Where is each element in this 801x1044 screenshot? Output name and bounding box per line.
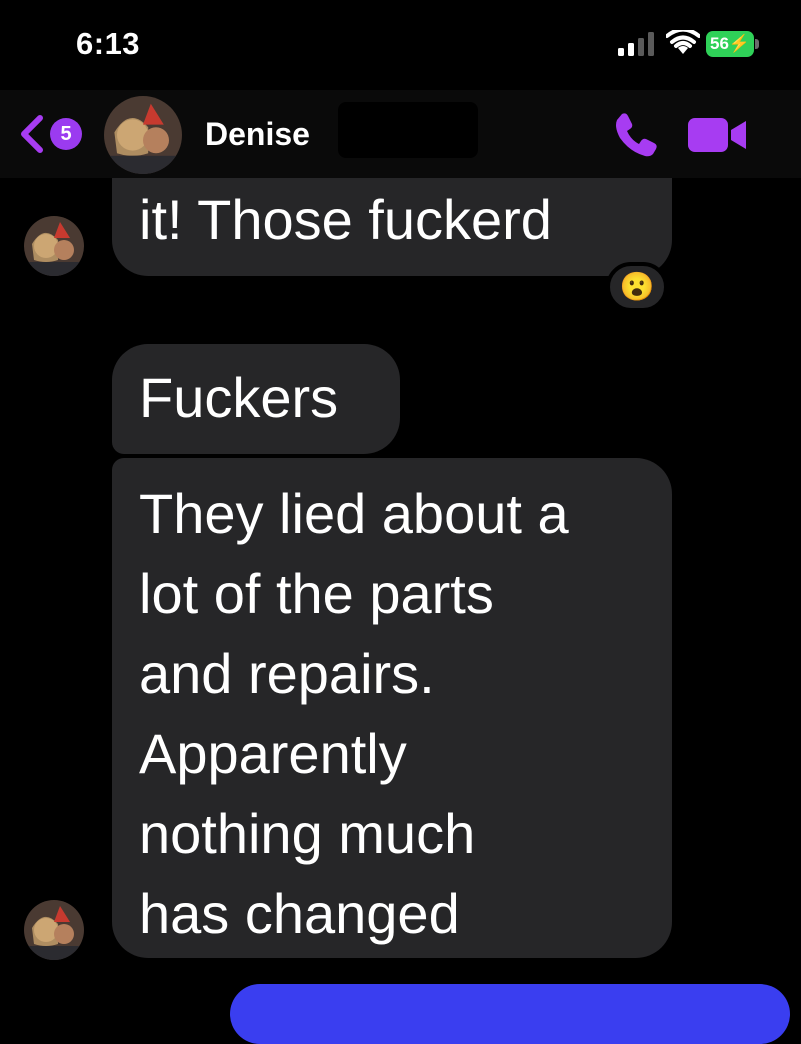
status-time: 6:13 [76,26,141,61]
message-text: Fuckers [139,366,339,429]
battery-icon: 56⚡ [706,31,760,57]
contact-name[interactable]: Denise [205,116,310,153]
message-text-line: and repairs. [139,642,435,705]
video-camera-icon[interactable] [688,118,748,152]
message-bubble[interactable]: They lied about a lot of the parts and r… [112,458,672,958]
reaction-badge[interactable]: 😮 [606,262,668,312]
wifi-icon [666,30,700,54]
phone-icon[interactable] [612,110,660,158]
message-text-line: They lied about a [139,482,569,545]
signal-icon [618,32,654,56]
unread-count-badge[interactable]: 5 [50,118,82,150]
message-text-line: nothing much [139,802,476,865]
sender-avatar[interactable] [24,900,84,960]
sender-avatar[interactable] [24,216,84,276]
outgoing-message-bubble[interactable] [230,984,790,1044]
message-text: it! Those fuckerd [139,188,552,251]
chevron-left-icon[interactable] [18,114,44,154]
message-text-line: lot of the parts [139,562,494,625]
status-bar: 6:13 56⚡ [0,0,801,90]
redaction-box [338,102,478,158]
battery-percent: 56 [710,34,729,53]
message-text-line: Apparently [139,722,407,785]
chat-header: 5 Denise [0,90,801,178]
message-bubble[interactable]: Fuckers [112,344,400,454]
message-text-line: has changed [139,882,460,945]
battery-level: 56⚡ [706,31,754,57]
battery-nub [755,39,759,49]
contact-avatar[interactable] [104,96,182,174]
charging-icon: ⚡ [728,34,751,53]
